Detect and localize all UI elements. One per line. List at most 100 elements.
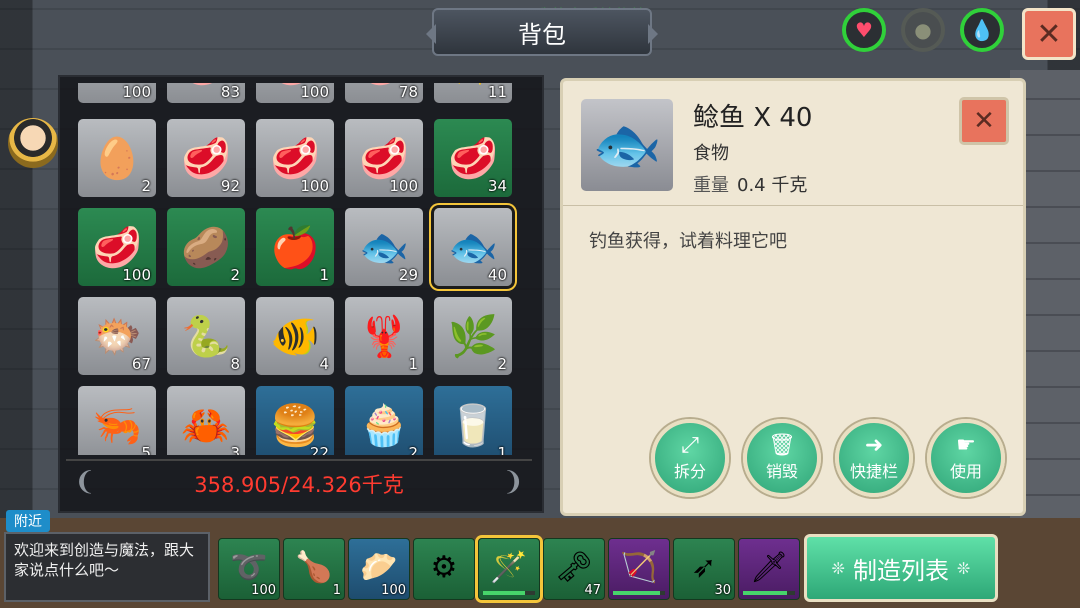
item-category: 食物 <box>693 143 729 164</box>
close-icon: ✕ <box>1036 16 1062 52</box>
item-count: 1 <box>332 583 341 598</box>
inventory-slot[interactable]: 🥚 2 <box>78 119 156 197</box>
item-count: 30 <box>714 583 731 598</box>
item-count: 78 <box>398 83 418 101</box>
item-count: 11 <box>487 83 507 101</box>
item-thumbnail: 🐟 <box>581 99 673 191</box>
durability-fill <box>743 591 788 595</box>
item-count: 29 <box>398 266 418 284</box>
inventory-slot[interactable]: 🧁 2 <box>345 386 423 455</box>
durability-bar <box>613 591 665 595</box>
hotbar-slot[interactable]: 🥟 100 <box>348 538 410 600</box>
ornament-right-icon: ❊ <box>957 558 971 578</box>
health-status[interactable]: ♥ <box>842 8 886 52</box>
inventory-slot[interactable]: 🥩100 <box>78 208 156 286</box>
item-count: 40 <box>487 266 507 284</box>
inventory-slot[interactable]: 🥩100 <box>256 83 334 103</box>
inventory-slot[interactable]: 🍔 22 <box>256 386 334 455</box>
item-count: 2 <box>497 355 507 373</box>
item-icon: 🍎 <box>270 224 320 271</box>
destroy-button[interactable]: 🗑 销毁 <box>743 419 821 497</box>
inventory-slot[interactable]: 🐠 4 <box>256 297 334 375</box>
use-label: 使用 <box>949 462 982 481</box>
inventory-slot[interactable]: 🥛 1 <box>434 386 512 455</box>
inventory-slot[interactable]: 🐟 29 <box>345 208 423 286</box>
item-count: 100 <box>381 583 406 598</box>
close-detail-button[interactable]: ✕ <box>959 97 1009 145</box>
page-title-text: 背包 <box>518 20 566 49</box>
hotbar-slot[interactable]: 🗝 47 <box>543 538 605 600</box>
inventory-slot[interactable]: 🥩 92 <box>167 119 245 197</box>
close-icon: ✕ <box>973 106 995 136</box>
item-count: 4 <box>319 355 329 373</box>
close-button[interactable]: ✕ <box>1022 8 1076 60</box>
ornament-left-icon: ❊ <box>831 558 845 578</box>
inventory-slot[interactable]: 🦐 5 <box>78 386 156 455</box>
item-icon: 🍗 <box>295 549 333 585</box>
page-title: 背包 <box>426 8 658 56</box>
weight-text: 358.905/24.326千克 <box>194 473 404 497</box>
craft-list-button[interactable]: ❊ 制造列表 ❊ <box>804 534 998 602</box>
inventory-slot[interactable]: 🐍 8 <box>167 297 245 375</box>
item-count: 100 <box>122 83 151 101</box>
avatar[interactable] <box>8 118 58 168</box>
hotbar-slot[interactable]: 🗡 <box>738 538 800 600</box>
inventory-slot[interactable]: 🦀 3 <box>167 386 245 455</box>
inventory-slot[interactable]: 🦞 1 <box>345 297 423 375</box>
item-icon: 🐠 <box>270 313 320 360</box>
item-icon: 🦞 <box>359 313 409 360</box>
item-icon: 🥔 <box>181 224 231 271</box>
chat-box[interactable]: 欢迎来到创造与魔法，跟大家说点什么吧～ <box>4 532 210 602</box>
inventory-slot[interactable]: 🥩100 <box>256 119 334 197</box>
hotbar-slot[interactable]: 🏹 <box>608 538 670 600</box>
durability-fill <box>613 591 660 595</box>
hotbar-slot[interactable]: ⚙ <box>413 538 475 600</box>
inventory-slot[interactable]: 🥔 2 <box>167 208 245 286</box>
item-count: 1 <box>319 266 329 284</box>
water-status[interactable]: 💧 <box>960 8 1004 52</box>
item-icon: ⚙ <box>430 549 458 585</box>
item-detail-panel: 🐟 鲶鱼 X 40 食物 重量 0.4 千克 ✕ 钓鱼获得，试着料理它吧 ⤢ 拆分… <box>560 78 1026 516</box>
item-count: 34 <box>487 177 507 195</box>
inventory-slot[interactable]: ✨11 <box>434 83 512 103</box>
item-count: 22 <box>309 444 329 455</box>
item-icon: 🏹 <box>620 549 658 585</box>
hotbar-slot[interactable]: ➶ 30 <box>673 538 735 600</box>
inventory-slot-selected[interactable]: 🐟 40 <box>434 208 512 286</box>
trash-icon: 🗑 <box>768 433 796 458</box>
title-ornament-right <box>648 24 668 44</box>
inventory-slot[interactable]: 🥩83 <box>167 83 245 103</box>
split-label: 拆分 <box>673 462 706 481</box>
inventory-weight: ❨ 358.905/24.326千克 ❩ <box>66 459 532 507</box>
item-weight-label: 重量 <box>693 175 729 196</box>
item-count: 100 <box>251 583 276 598</box>
item-count: 1 <box>497 444 507 455</box>
item-icon: 🦐 <box>92 402 142 449</box>
hotbar-slot-selected[interactable]: 🪄 <box>478 538 540 600</box>
inventory-slot[interactable]: ✹100 <box>78 83 156 103</box>
item-count: 100 <box>300 177 329 195</box>
split-button[interactable]: ⤢ 拆分 <box>651 419 729 497</box>
chat-channel-tab[interactable]: 附近 <box>6 510 50 532</box>
title-ornament-left <box>416 24 436 44</box>
inventory-slot[interactable]: 🥩100 <box>345 119 423 197</box>
inventory-slot[interactable]: 🥩 34 <box>434 119 512 197</box>
ornament-left-icon: ❨ <box>74 467 96 497</box>
item-count: 2 <box>230 266 240 284</box>
split-icon: ⤢ <box>681 433 699 458</box>
inventory-slot[interactable]: 🥩78 <box>345 83 423 103</box>
inventory-slot[interactable]: 🌿 2 <box>434 297 512 375</box>
hotbar-slot[interactable]: 🍗 1 <box>283 538 345 600</box>
item-icon: 🧁 <box>359 402 409 449</box>
item-icon: 🐍 <box>181 313 231 360</box>
use-button[interactable]: ☛ 使用 <box>927 419 1005 497</box>
inventory-slot[interactable]: 🍎 1 <box>256 208 334 286</box>
durability-fill <box>483 591 525 595</box>
hotbar-slot[interactable]: ➰ 100 <box>218 538 280 600</box>
item-count: 5 <box>141 444 151 455</box>
inventory-slot[interactable]: 🐡 67 <box>78 297 156 375</box>
hotbar-assign-button[interactable]: ➜ 快捷栏 <box>835 419 913 497</box>
hunger-status[interactable]: ● <box>901 8 945 52</box>
hand-icon: ☛ <box>956 433 976 458</box>
item-icon: 🦀 <box>181 402 231 449</box>
